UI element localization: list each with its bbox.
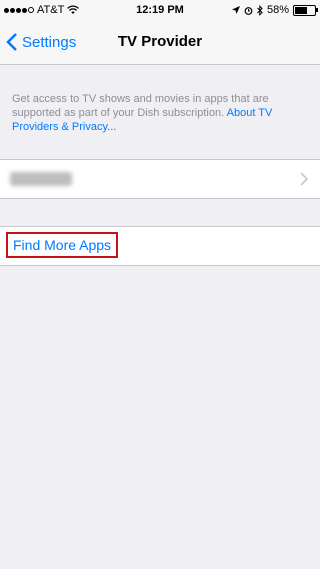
status-bar: AT&T 12:19 PM 58% bbox=[0, 0, 320, 20]
find-more-apps-label: Find More Apps bbox=[13, 237, 112, 253]
navigation-bar: Settings TV Provider bbox=[0, 20, 320, 65]
page-title: TV Provider bbox=[117, 33, 203, 50]
find-more-apps-button[interactable]: Find More Apps bbox=[6, 232, 118, 258]
find-more-apps-cell[interactable]: Find More Apps bbox=[0, 226, 320, 266]
chevron-right-icon bbox=[300, 172, 308, 186]
status-right: 58% bbox=[231, 0, 318, 20]
info-text: Get access to TV shows and movies in app… bbox=[12, 92, 308, 134]
battery-percent: 58% bbox=[266, 4, 289, 16]
location-icon bbox=[231, 6, 240, 14]
bluetooth-icon bbox=[257, 4, 263, 16]
tv-provider-cell[interactable] bbox=[0, 159, 320, 199]
provider-name-redacted bbox=[10, 172, 72, 186]
alarm-icon bbox=[244, 6, 253, 15]
battery-icon bbox=[293, 4, 318, 16]
